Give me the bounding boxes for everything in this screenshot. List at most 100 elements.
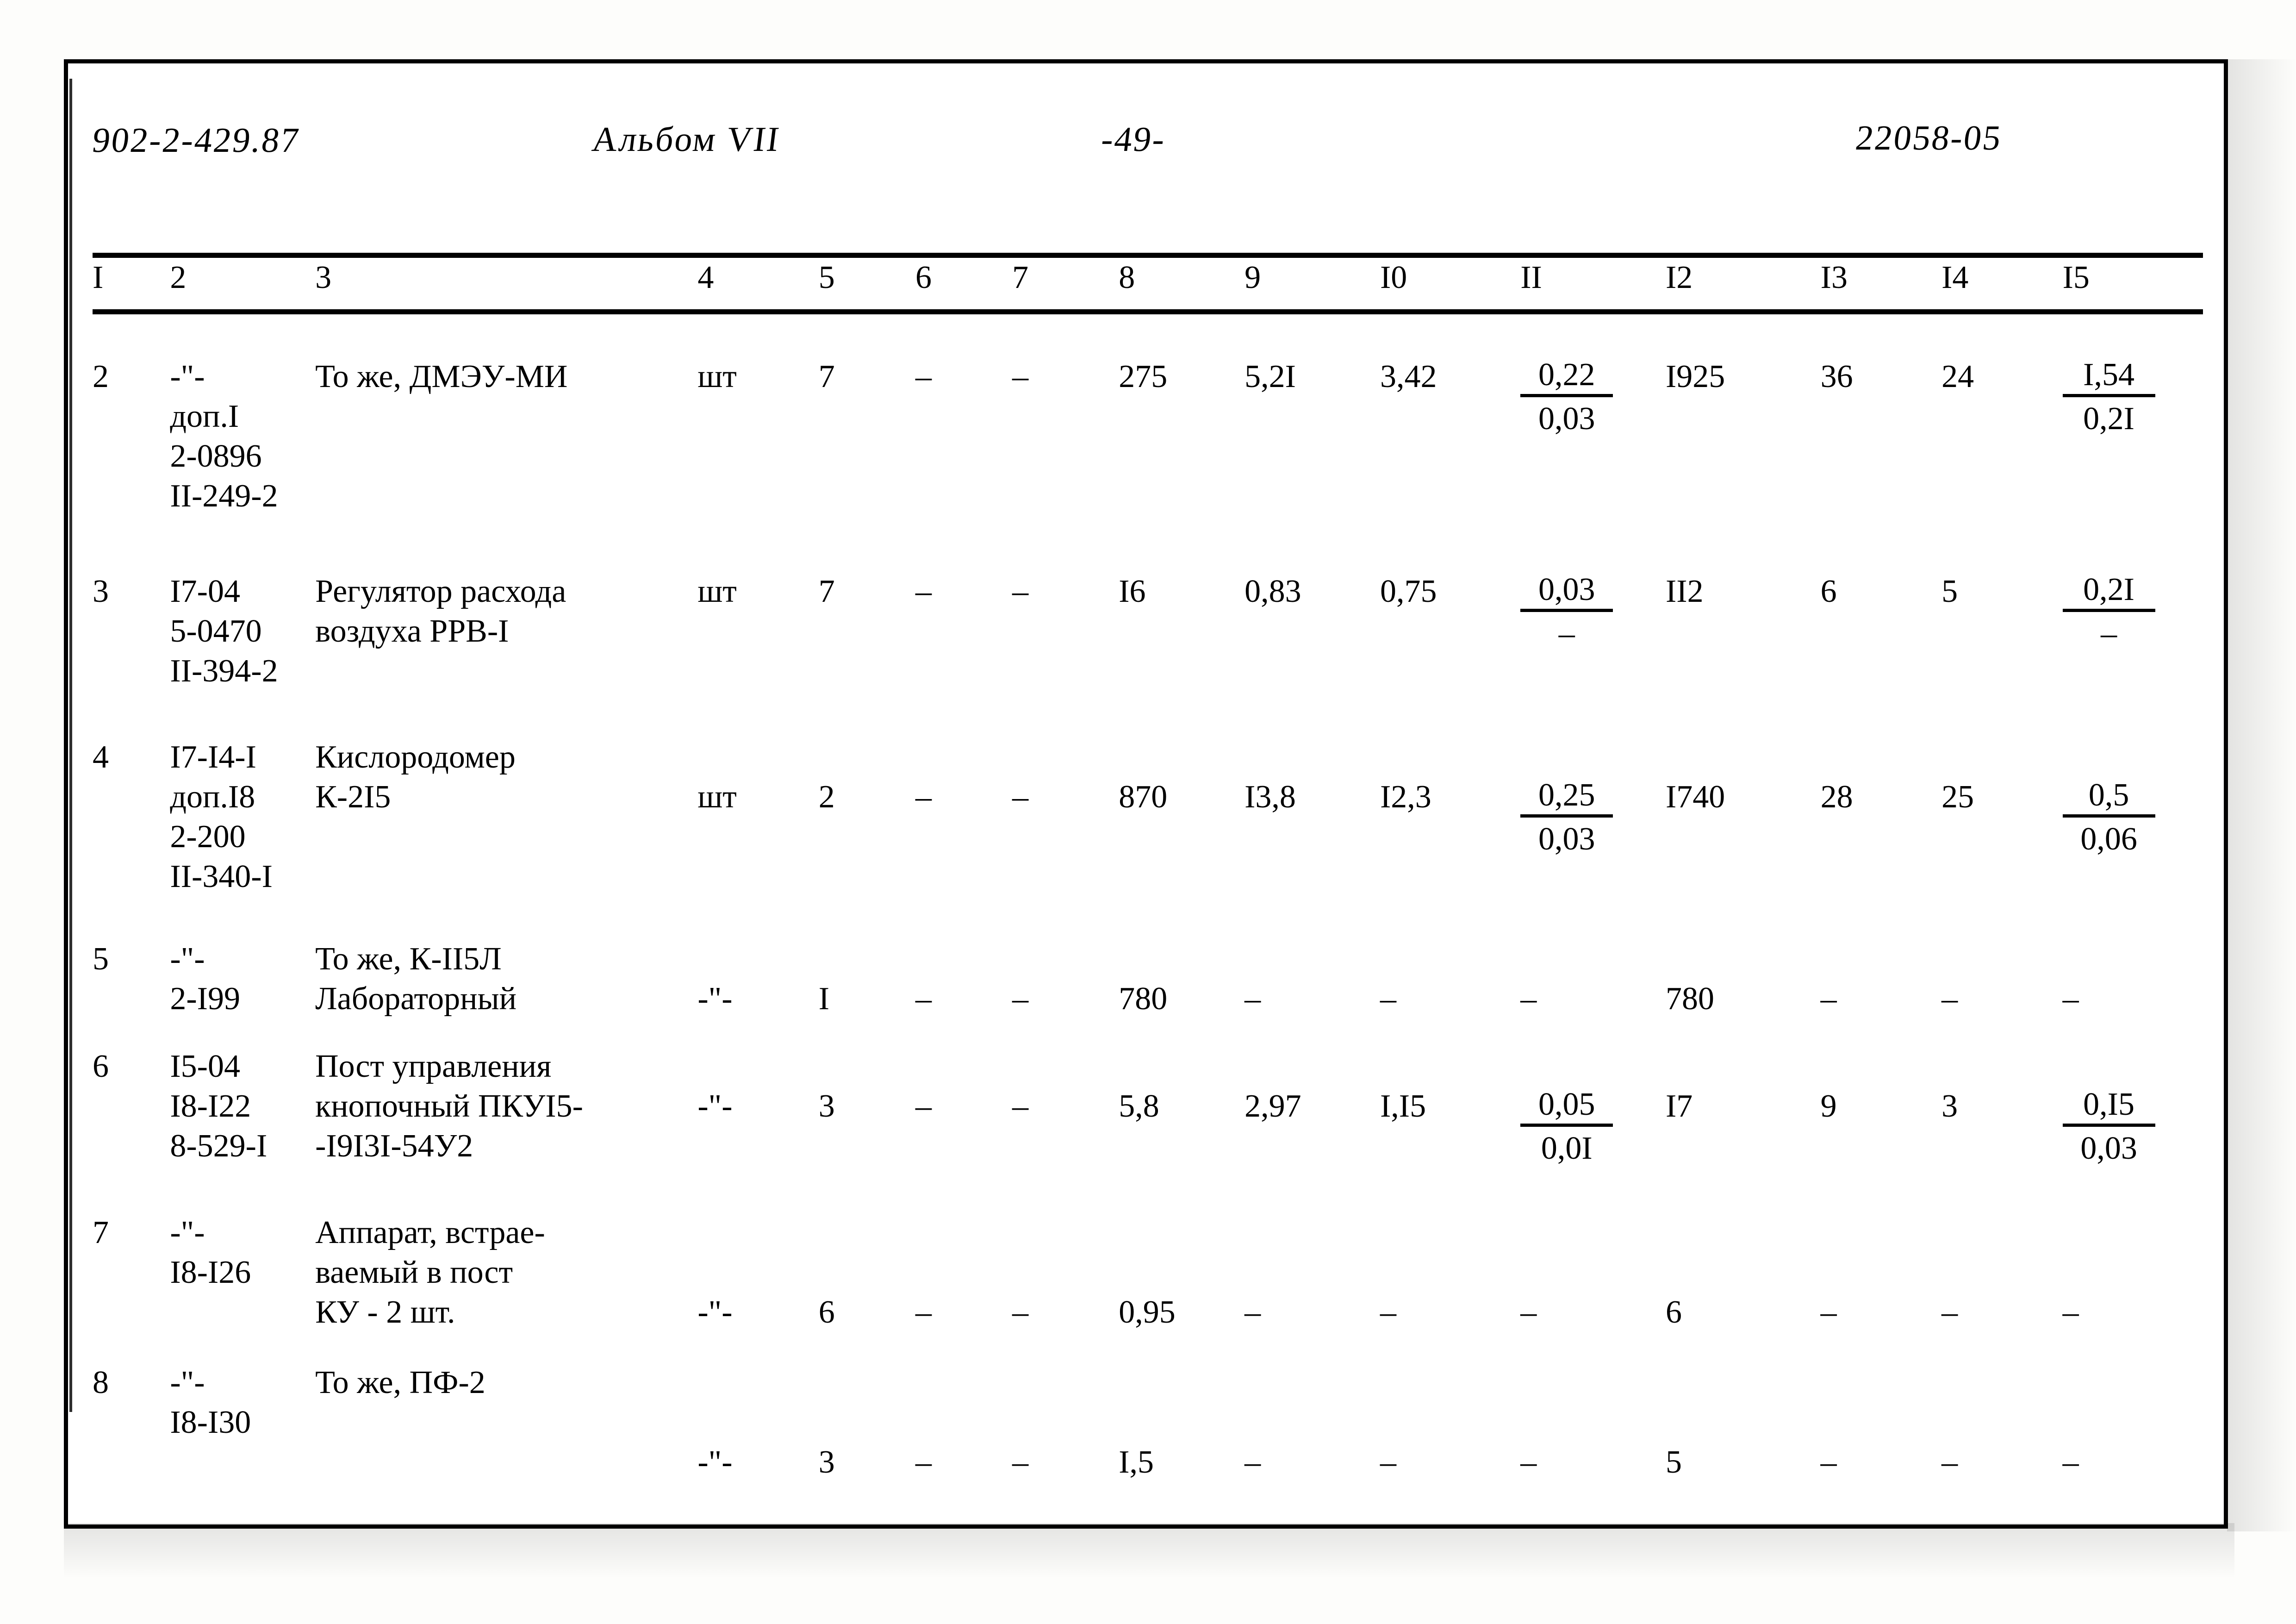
row-col12: I7 (1666, 1088, 1693, 1124)
row-col11: 0,25 0,03 (1520, 691, 1666, 897)
col-header-5: 5 (818, 260, 835, 295)
row-col10: I2,3 (1380, 779, 1431, 815)
row-col15-numerator: 0,I5 (2062, 1087, 2155, 1127)
row-col6: – (915, 779, 932, 815)
row-col15-numerator: I,54 (2062, 357, 2155, 397)
row-col15: I,54 0,2I (2062, 357, 2203, 516)
row-col15-numerator: 0,2I (2062, 572, 2155, 612)
page-number: -49- (1099, 119, 1168, 160)
row-col7: – (1012, 1444, 1029, 1480)
row-code-block: -"- 2-I99 (170, 941, 240, 1017)
row-code-block: -"- I8-I30 (170, 1365, 251, 1440)
row-col14: – (1941, 981, 1958, 1017)
scan-shadow-bottom (64, 1523, 2234, 1579)
row-col10: 0,75 (1380, 574, 1437, 609)
row-code-block: I7-I4-I доп.I8 2-200 II-340-I (170, 739, 273, 894)
album-text: Альбом VII (590, 120, 783, 159)
row-index: 6 (93, 1049, 109, 1084)
row-col7: – (1012, 779, 1029, 815)
row-col15: 0,2I – (2062, 516, 2203, 691)
col-header-12: I2 (1666, 260, 1693, 295)
row-col8: I6 (1119, 574, 1146, 609)
row-col5: 2 (818, 779, 835, 815)
col-header-3: 3 (315, 260, 332, 295)
row-index: 7 (93, 1215, 109, 1250)
row-col9: 0,83 (1244, 574, 1301, 609)
row-col12: I740 (1666, 779, 1725, 815)
row-col15-numerator: 0,5 (2062, 777, 2155, 818)
order-code: 22058-05 (1853, 118, 2004, 158)
row-col15-denominator: 0,06 (2080, 821, 2137, 857)
row-code-block: I7-04 5-0470 II-394-2 (170, 574, 278, 689)
table-row: 2 -"- доп.I 2-0896 II-249-2 То же, ДМЭУ-МИ… (93, 357, 2203, 516)
row-col14: 5 (1941, 574, 1958, 609)
row-code-block: I5-04 I8-I22 8-529-I (170, 1049, 268, 1164)
row-col9: 5,2I (1244, 359, 1296, 394)
col-header-15: I5 (2062, 260, 2090, 295)
row-col11-denominator: 0,03 (1538, 401, 1595, 437)
row-col13: 36 (1820, 359, 1853, 394)
row-col9: – (1244, 981, 1261, 1017)
col-header-4: 4 (697, 260, 714, 295)
col-header-6: 6 (915, 260, 932, 295)
row-name-block: То же, ДМЭУ-МИ (315, 359, 568, 394)
row-name-block: То же, К-II5Л Лабораторный (315, 941, 517, 1017)
row-name-block: Регулятор расхода воздуха РРВ-I (315, 574, 566, 649)
row-col7: – (1012, 359, 1029, 394)
row-col8: I,5 (1119, 1444, 1154, 1480)
row-col13: 28 (1820, 779, 1853, 815)
row-col11-numerator: 0,05 (1520, 1087, 1613, 1127)
col-header-2: 2 (170, 260, 187, 295)
row-col11: 0,03 – (1520, 516, 1666, 691)
col-header-10: I0 (1380, 260, 1407, 295)
table-header: I 2 3 4 5 6 7 8 9 I0 II I2 I3 I4 I5 (93, 162, 2203, 357)
row-col9: – (1244, 1444, 1261, 1480)
col-header-9: 9 (1244, 260, 1261, 295)
page-content: 902-2-429.87 Альбом VII -49- 22058-05 I … (90, 93, 2208, 1551)
page-number-text: -49- (1099, 120, 1168, 159)
row-col13: 9 (1820, 1088, 1837, 1124)
row-col11-denominator: 0,0I (1541, 1131, 1593, 1166)
row-col11-denominator: – (1558, 616, 1575, 651)
row-col15: 0,5 0,06 (2062, 691, 2203, 897)
row-col15-denominator: – (2101, 616, 2117, 651)
row-col14: – (1941, 1444, 1958, 1480)
row-col13: 6 (1820, 574, 1837, 609)
col-header-13: I3 (1820, 260, 1848, 295)
row-index: 2 (93, 359, 109, 394)
row-col11: 0,22 0,03 (1520, 357, 1666, 516)
row-code-block: -"- доп.I 2-0896 II-249-2 (170, 359, 278, 514)
row-unit: -"- (697, 1294, 733, 1330)
row-col5: 3 (818, 1088, 835, 1124)
row-col13: – (1820, 1294, 1837, 1330)
row-col10: I,I5 (1380, 1088, 1426, 1124)
document-code-text: 902-2-429.87 (90, 121, 302, 160)
row-col11-numerator: 0,25 (1520, 777, 1613, 818)
row-col12: I925 (1666, 359, 1725, 394)
scan-shadow-right (2227, 59, 2296, 1531)
table-row: 4 I7-I4-I доп.I8 2-200 II-340-I Кислородом… (93, 691, 2203, 897)
col-header-7: 7 (1012, 260, 1029, 295)
table-row: 3 I7-04 5-0470 II-394-2 Регулятор расхода … (93, 516, 2203, 691)
row-index: 5 (93, 941, 109, 977)
row-col6: – (915, 574, 932, 609)
column-number-row: I 2 3 4 5 6 7 8 9 I0 II I2 I3 I4 I5 (93, 258, 2203, 298)
row-col12: 5 (1666, 1444, 1682, 1480)
row-name-block: Кислородомер К-2I5 (315, 739, 516, 815)
table-row: 8 -"- I8-I30 То же, ПФ-2 -"- 3 – – I,5 – – – 5 – – – (93, 1332, 2203, 1482)
row-col15: – (2062, 981, 2079, 1017)
row-col10: – (1380, 1444, 1396, 1480)
row-unit: шт (697, 574, 737, 609)
row-col7: – (1012, 1294, 1029, 1330)
row-col13: – (1820, 1444, 1837, 1480)
row-unit: -"- (697, 1444, 733, 1480)
row-col14: 24 (1941, 359, 1974, 394)
row-col6: – (915, 1294, 932, 1330)
row-col10: 3,42 (1380, 359, 1437, 394)
row-col7: – (1012, 1088, 1029, 1124)
table-row: 5 -"- 2-I99 То же, К-II5Л Лабораторный -"- I… (93, 897, 2203, 1019)
specification-table: I 2 3 4 5 6 7 8 9 I0 II I2 I3 I4 I5 2 -"… (93, 162, 2203, 1482)
row-unit: -"- (697, 981, 733, 1017)
order-code-text: 22058-05 (1853, 119, 2004, 157)
row-col15-denominator: 0,2I (2083, 401, 2134, 437)
